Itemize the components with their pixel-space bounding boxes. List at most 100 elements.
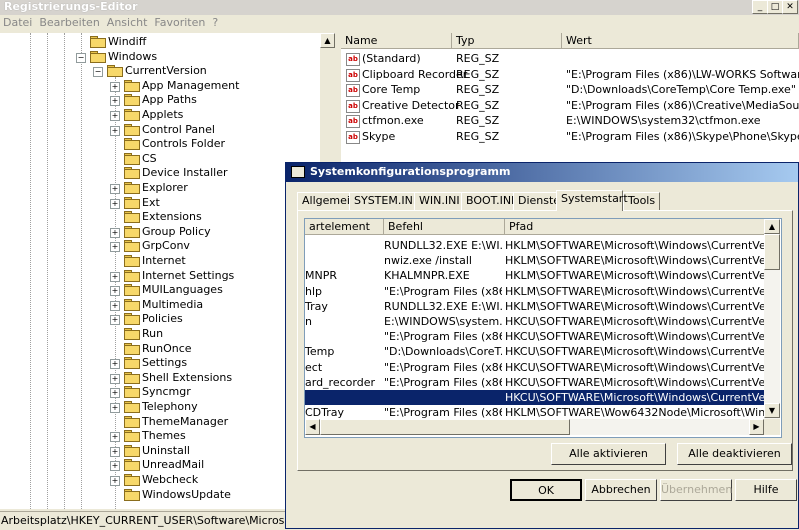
tree-item-label[interactable]: Shell Extensions: [142, 371, 232, 385]
maximize-button[interactable]: □: [767, 0, 783, 14]
menu-favorites[interactable]: Favoriten: [151, 15, 209, 29]
tree-item-label[interactable]: Explorer: [142, 181, 188, 195]
scroll-thumb[interactable]: [320, 419, 570, 435]
tree-item-label[interactable]: App Paths: [142, 93, 197, 107]
tree-item-label[interactable]: Windows: [108, 50, 157, 64]
menu-file[interactable]: Datei: [0, 15, 36, 29]
apply-button[interactable]: Übernehmen: [660, 479, 732, 501]
tree-item-label[interactable]: CS: [142, 152, 157, 166]
tree-expander-icon[interactable]: +: [110, 271, 120, 282]
column-header-value[interactable]: Wert: [562, 33, 799, 49]
value-row[interactable]: ab Creative Detector REG_SZ "E:\Program Fil…: [341, 98, 799, 113]
tree-item-label[interactable]: MUILanguages: [142, 283, 223, 297]
scroll-down-icon[interactable]: ▼: [764, 403, 780, 418]
tree-item-label[interactable]: Extensions: [142, 210, 202, 224]
ok-button[interactable]: OK: [510, 479, 582, 501]
tree-item-label[interactable]: WindowsUpdate: [142, 488, 231, 502]
startup-row[interactable]: nwiz.exe /install HKLM\SOFTWARE\Microsoft…: [305, 253, 765, 268]
startup-row[interactable]: MNPR KHALMNPR.EXE HKLM\SOFTWARE\Microsoft\…: [305, 268, 765, 283]
tree-item-label[interactable]: Multimedia: [142, 298, 203, 312]
tree-expander-icon[interactable]: +: [110, 111, 120, 121]
tree-item-label[interactable]: App Management: [142, 79, 239, 93]
tab-system-ini[interactable]: SYSTEM.INI: [349, 192, 422, 210]
close-button[interactable]: ✕: [782, 0, 798, 14]
scroll-right-icon[interactable]: ▶: [749, 419, 764, 435]
startup-row[interactable]: CDTray "E:\Program Files (x86...HKLM\SOFT…: [305, 405, 765, 420]
tree-item-label[interactable]: Policies: [142, 312, 183, 326]
tree-item-label[interactable]: Internet Settings: [142, 269, 234, 283]
tree-expander-icon[interactable]: +: [110, 446, 120, 457]
tab-tools[interactable]: Tools: [623, 192, 661, 210]
tree-item-label[interactable]: Controls Folder: [142, 137, 225, 151]
column-header-command[interactable]: Befehl: [384, 219, 505, 235]
enable-all-button[interactable]: Alle aktivieren: [551, 443, 666, 465]
column-header-name[interactable]: Name: [341, 33, 452, 49]
tree-item-label[interactable]: Uninstall: [142, 444, 190, 458]
startup-row[interactable]: "E:\Program Files (x86...HKCU\SOFTWARE\M…: [305, 329, 765, 344]
startup-row[interactable]: ard_recorder "E:\Program Files (x86...HKC…: [305, 375, 765, 390]
tree-expander-icon[interactable]: +: [110, 286, 120, 297]
tree-item-label[interactable]: CurrentVersion: [125, 64, 207, 78]
tree-item-label[interactable]: Internet: [142, 254, 186, 268]
tree-item-label[interactable]: UnreadMail: [142, 458, 204, 472]
tree-expander-icon[interactable]: +: [110, 461, 120, 472]
startup-row[interactable]: hlp "E:\Program Files (x86...HKLM\SOFTWAR…: [305, 284, 765, 299]
tree-expander-icon[interactable]: +: [110, 184, 120, 194]
value-row[interactable]: ab (Standard) REG_SZ: [341, 51, 799, 66]
tree-item-label[interactable]: Run: [142, 327, 163, 341]
value-row[interactable]: ab Skype REG_SZ "E:\Program Files (x86)\Sky…: [341, 129, 799, 144]
column-header-item[interactable]: artelement: [305, 219, 384, 235]
tree-item-label[interactable]: Webcheck: [142, 473, 198, 487]
list-vertical-scrollbar[interactable]: ▲ ▼: [764, 219, 780, 419]
tree-item-label[interactable]: Themes: [142, 429, 186, 443]
tree-expander-icon[interactable]: +: [110, 81, 120, 92]
scroll-left-icon[interactable]: ◀: [305, 419, 320, 435]
tree-expander-icon[interactable]: +: [110, 373, 120, 384]
tree-item-label[interactable]: GrpConv: [142, 239, 190, 253]
tree-expander-icon[interactable]: +: [110, 476, 120, 486]
values-pane[interactable]: Name Typ Wert ab (Standard) REG_SZ ab Clipbo…: [341, 33, 799, 163]
menu-view[interactable]: Ansicht: [104, 15, 152, 29]
tree-expander-icon[interactable]: +: [110, 125, 120, 136]
scroll-up-icon[interactable]: ▲: [320, 33, 335, 48]
tab-win-ini[interactable]: WIN.INI: [414, 192, 465, 210]
tree-item-label[interactable]: Telephony: [142, 400, 198, 414]
tree-item-label[interactable]: Control Panel: [142, 123, 215, 137]
tab-boot-ini[interactable]: BOOT.INI: [461, 192, 520, 210]
tree-item-label[interactable]: Applets: [142, 108, 183, 122]
column-header-path[interactable]: Pfad: [505, 219, 765, 235]
startup-row[interactable]: Temp "D:\Downloads\CoreT... HKCU\SOFTWARE\…: [305, 344, 765, 359]
menu-edit[interactable]: Bearbeiten: [36, 15, 103, 29]
tree-item-label[interactable]: Group Policy: [142, 225, 211, 239]
tree-expander-icon[interactable]: +: [110, 96, 120, 107]
startup-row[interactable]: RUNDLL32.EXE E:\WI... HKLM\SOFTWARE\Micro…: [305, 238, 765, 253]
tree-expander-icon[interactable]: +: [110, 432, 120, 443]
cancel-button[interactable]: Abbrechen: [585, 479, 657, 501]
tree-item-label[interactable]: Settings: [142, 356, 187, 370]
list-horizontal-scrollbar[interactable]: ◀ ▶: [305, 419, 764, 435]
tree-expander-icon[interactable]: +: [110, 300, 120, 311]
tree-item-label[interactable]: Device Installer: [142, 166, 228, 180]
tree-expander-icon[interactable]: −: [76, 52, 86, 63]
disable-all-button[interactable]: Alle deaktivieren: [677, 443, 792, 465]
tree-item-label[interactable]: Ext: [142, 196, 160, 210]
value-row[interactable]: ab Clipboard Recorder REG_SZ "E:\Program Fi…: [341, 67, 799, 82]
minimize-button[interactable]: _: [752, 0, 768, 14]
startup-row[interactable]: HKCU\SOFTWARE\Microsoft\Windows\CurrentV…: [305, 390, 765, 405]
tree-expander-icon[interactable]: −: [93, 67, 103, 78]
tree-expander-icon[interactable]: +: [110, 198, 120, 209]
scroll-up-icon[interactable]: ▲: [764, 219, 780, 234]
tree-expander-icon[interactable]: +: [110, 315, 120, 326]
tree-item-label[interactable]: ThemeManager: [142, 415, 228, 429]
tree-expander-icon[interactable]: +: [110, 359, 120, 370]
startup-row[interactable]: ect "E:\Program Files (x86...HKCU\SOFTWAR…: [305, 360, 765, 375]
startup-row[interactable]: Tray RUNDLL32.EXE E:\WI... HKLM\SOFTWARE\M…: [305, 299, 765, 314]
column-header-type[interactable]: Typ: [452, 33, 562, 49]
tree-item-label[interactable]: Syncmgr: [142, 385, 191, 399]
tree-expander-icon[interactable]: +: [110, 388, 120, 399]
tree-expander-icon[interactable]: +: [110, 242, 120, 253]
menu-help[interactable]: ?: [209, 15, 222, 29]
help-button[interactable]: Hilfe: [735, 479, 797, 501]
tree-expander-icon[interactable]: +: [110, 403, 120, 413]
tree-expander-icon[interactable]: +: [110, 227, 120, 238]
